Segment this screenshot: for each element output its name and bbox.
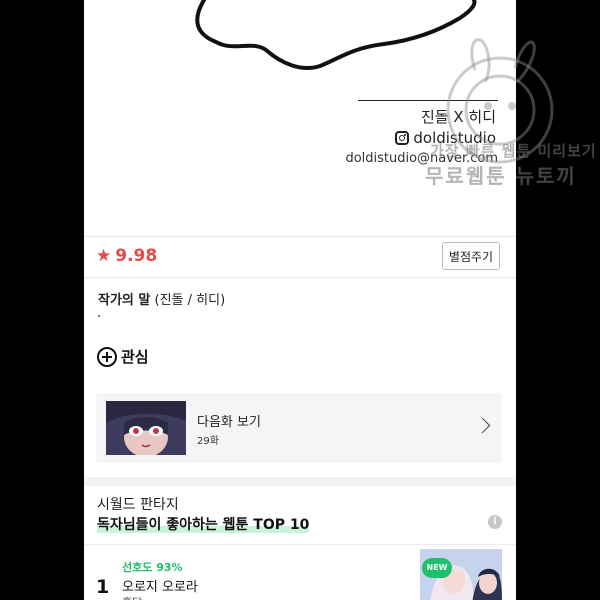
next-episode-card[interactable]: 다음화 보기 29화 [96,393,502,463]
instagram-icon [395,131,410,145]
author-note-names: (진돌 / 히디) [154,293,226,308]
next-episode-number: 29화 [197,436,219,447]
favorite-label: 관심 [121,348,149,366]
genre-label: 시월드 판타지 [97,497,179,513]
divider [84,277,516,278]
ranking-item[interactable]: 1 선호도 93% 오로지 오로라 홍당 NEW [84,544,516,600]
section-separator [84,477,516,486]
watermark-text-2: 무료웹툰 뉴토끼 [425,164,577,188]
rating-score: ★ 9.98 [96,246,157,266]
rank-preference: 선호도 93% [122,561,183,574]
new-badge: NEW [422,558,452,578]
webtoon-viewer-page: 진돌 X 히디 doldistudio doldistudio@naver.co… [84,0,516,600]
rate-button[interactable]: 별점주기 [442,242,500,270]
comic-panel: 진돌 X 히디 doldistudio doldistudio@naver.co… [84,0,516,236]
rank-number: 1 [96,576,110,598]
favorite-button[interactable]: 관심 [97,346,149,367]
author-note-body [98,315,100,317]
author-note-label: 작가의 말 [98,293,151,308]
rank-author: 홍당 [122,594,142,600]
divider [84,236,516,237]
credit-authors: 진돌 X 히디 [420,108,496,126]
chevron-right-icon [474,417,491,434]
next-episode-label: 다음화 보기 [197,415,261,430]
info-icon[interactable]: i [488,515,502,529]
rating-value: 9.98 [115,246,158,266]
next-episode-thumbnail [106,401,186,455]
top10-heading: 독자님들이 좋아하는 웹툰 TOP 10 [97,514,310,534]
credit-divider [358,100,498,101]
star-icon: ★ [96,246,112,266]
rank-title: 오로지 오로라 [122,580,198,595]
plus-circle-icon [97,346,117,367]
top10-title: 독자님들이 좋아하는 웹툰 TOP 10 [97,517,310,533]
author-note-title: 작가의 말 (진돌 / 히디) [98,289,225,308]
watermark-text-1: 가장 빠른 웹툰 미리보기 [430,142,597,160]
